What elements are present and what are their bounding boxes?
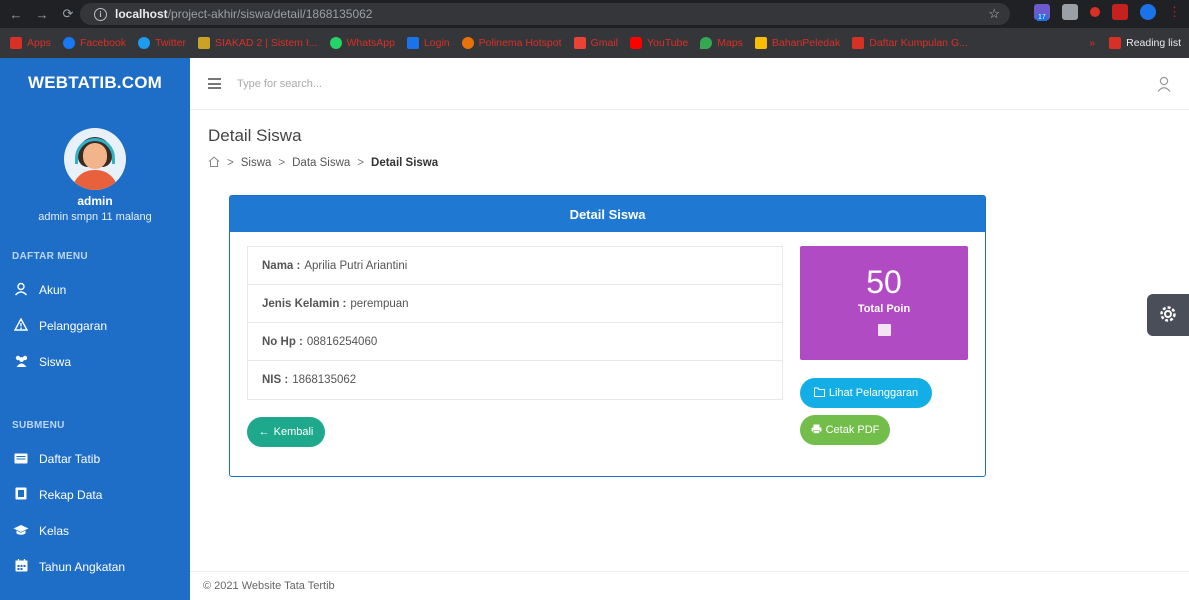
sidebar-item-siswa[interactable]: Siswa [0, 344, 190, 380]
bookmark-gmail[interactable]: Gmail [573, 37, 618, 49]
maps-icon [700, 37, 713, 49]
login-icon [406, 37, 419, 49]
list-item: No Hp :08816254060 [248, 323, 782, 361]
bookmark-youtube[interactable]: YouTube [629, 37, 688, 49]
chevron-right-icon: > [278, 157, 286, 169]
menu-kebab-icon[interactable]: ⋮ [1168, 4, 1181, 20]
breadcrumb-data-siswa[interactable]: Data Siswa [292, 157, 350, 169]
gmail-icon [573, 37, 586, 49]
browser-toolbar: ← → ⟳ i localhost/project-akhir/siswa/de… [0, 0, 1189, 28]
user-account-icon[interactable] [1157, 76, 1171, 92]
bookmarks-bar: Apps Facebook Twitter SIAKAD 2 | Sistem … [0, 28, 1189, 58]
bookmark-twitter[interactable]: Twitter [138, 37, 186, 49]
list-item: NIS :1868135062 [262, 374, 357, 386]
bookmark-bahanpeledak[interactable]: BahanPeledak [754, 37, 840, 49]
profile-avatar-icon[interactable] [1140, 4, 1156, 20]
bookmark-51-icon [852, 37, 865, 49]
back-icon[interactable]: ← [6, 4, 26, 24]
profile-name: admin [77, 194, 113, 208]
brand-logo[interactable]: WEBTATIB.COM [0, 58, 190, 108]
bookmark-apps[interactable]: Apps [10, 37, 51, 49]
sidebar-item-akun[interactable]: Akun [0, 272, 190, 308]
breadcrumb-current: Detail Siswa [371, 157, 439, 169]
folder-icon [754, 37, 767, 49]
detail-list: Nama : Aprilia Putri Ariantini Jenis Kela… [247, 246, 783, 400]
extension-icon-2[interactable] [1090, 7, 1100, 17]
print-icon [811, 424, 822, 437]
reading-list-icon [1109, 37, 1122, 49]
more-bookmarks-icon[interactable]: » [1089, 37, 1095, 49]
avatar [64, 128, 126, 190]
sidebar: WEBTATIB.COM admin admin smpn 11 malang … [0, 58, 190, 600]
calendar-extension-icon[interactable]: 17 [1034, 4, 1050, 21]
hotspot-icon [461, 37, 474, 49]
apps-grid-icon [10, 37, 22, 49]
list-icon [877, 324, 891, 336]
graduation-cap-icon [13, 524, 29, 539]
bookmark-polinema[interactable]: Polinema Hotspot [461, 37, 562, 49]
chevron-right-icon: > [227, 157, 234, 169]
page-title: Detail Siswa [208, 126, 302, 145]
user-icon [13, 282, 29, 299]
extension-icon[interactable] [1062, 4, 1078, 20]
poin-label: Total Poin [857, 303, 911, 315]
profile-subtitle: admin smpn 11 malang [38, 211, 152, 223]
sidebar-item-daftar-tatib[interactable]: Daftar Tatib [0, 441, 190, 477]
bookmark-facebook[interactable]: Facebook [62, 37, 126, 49]
youtube-icon [629, 37, 642, 49]
card-title: Detail Siswa [230, 196, 985, 232]
topbar [190, 58, 1189, 110]
url-path: /project-akhir/siswa/detail/1868135062 [167, 7, 373, 21]
menu-toggle-icon[interactable] [208, 78, 221, 89]
kembali-button[interactable]: ← Kembali [247, 417, 325, 447]
gear-icon [1158, 304, 1178, 327]
lihat-pelanggaran-button[interactable]: Lihat Pelanggaran [800, 378, 932, 408]
url-host: localhost [115, 7, 168, 21]
file-icon [13, 487, 29, 503]
settings-gear-button[interactable] [1147, 294, 1189, 336]
star-icon[interactable]: ☆ [988, 6, 1000, 22]
bookmark-whatsapp[interactable]: WhatsApp [329, 37, 395, 49]
reading-list[interactable]: Reading list [1109, 37, 1181, 49]
address-bar[interactable]: i localhost/project-akhir/siswa/detail/1… [80, 3, 1010, 25]
site-info-icon[interactable]: i [94, 7, 107, 21]
siakad-icon [197, 37, 210, 49]
chevron-right-icon: > [357, 157, 365, 169]
detail-card: Detail Siswa Nama : Aprilia Putri Arianti… [229, 195, 986, 477]
bookmark-maps[interactable]: Maps [700, 37, 743, 49]
search-input[interactable] [237, 77, 537, 90]
forward-icon[interactable]: → [32, 4, 52, 24]
bookmark-siakad[interactable]: SIAKAD 2 | Sistem I... [197, 37, 318, 49]
menu-heading: DAFTAR MENU [12, 251, 88, 262]
warning-icon [13, 317, 29, 334]
footer: © 2021 Website Tata Tertib [190, 571, 1189, 600]
bookmark-login[interactable]: Login [406, 37, 450, 49]
extension-icon-3[interactable] [1112, 4, 1128, 20]
main-content: Detail Siswa > Siswa > Data Siswa > Deta… [190, 110, 1189, 570]
whatsapp-icon [329, 37, 342, 49]
cetak-pdf-button[interactable]: Cetak PDF [800, 415, 890, 445]
breadcrumb-siswa[interactable]: Siswa [241, 157, 272, 169]
users-icon [13, 355, 29, 370]
twitter-icon [138, 37, 151, 49]
total-poin-box: 50 Total Poin [800, 246, 968, 360]
list-item: Jenis Kelamin : perempuan [248, 285, 782, 323]
profile: admin admin smpn 11 malang [0, 108, 190, 223]
breadcrumb: > Siswa > Data Siswa > Detail Siswa [208, 156, 438, 170]
reload-icon[interactable]: ⟳ [58, 4, 78, 24]
sidebar-item-kelas[interactable]: Kelas [0, 513, 190, 549]
poin-value: 50 [866, 264, 902, 300]
submenu-heading: SUBMENU [12, 420, 65, 431]
folder-icon [813, 387, 825, 400]
calendar-icon [13, 559, 29, 575]
facebook-icon [62, 37, 75, 49]
sidebar-item-tahun-angkatan[interactable]: Tahun Angkatan [0, 549, 190, 585]
arrow-left-icon: ← [258, 426, 270, 438]
list-icon [13, 452, 29, 467]
bookmark-daftar-kumpulan[interactable]: Daftar Kumpulan G... [852, 37, 968, 49]
home-icon[interactable] [208, 156, 220, 170]
list-item: Nama : Aprilia Putri Ariantini [248, 247, 782, 285]
sidebar-item-rekap-data[interactable]: Rekap Data [0, 477, 190, 513]
sidebar-item-pelanggaran[interactable]: Pelanggaran [0, 308, 190, 344]
